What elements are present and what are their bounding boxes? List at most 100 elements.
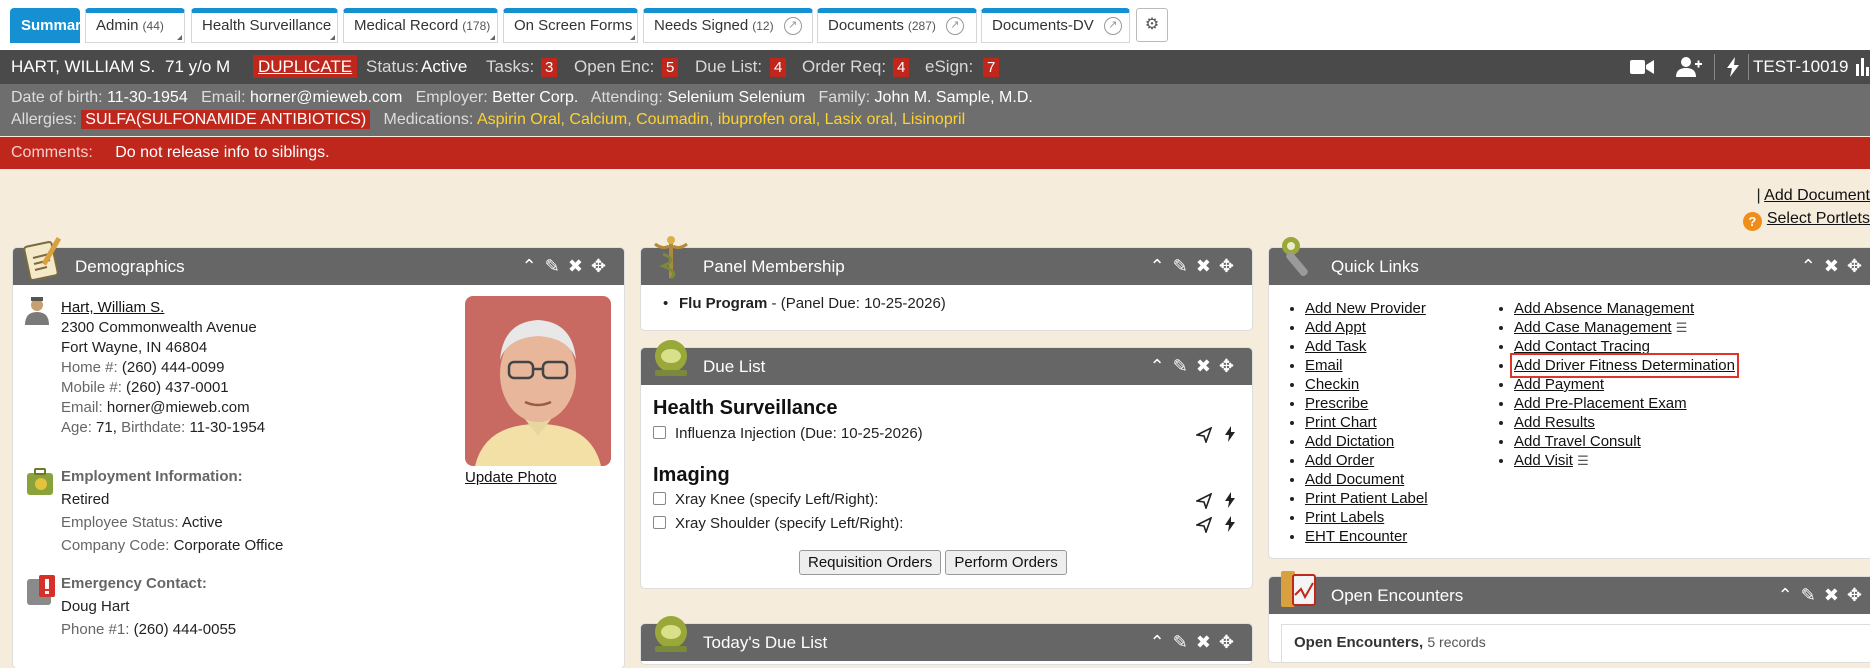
- quick-link-print-patient-label[interactable]: Print Patient Label: [1305, 490, 1428, 507]
- tab-summary[interactable]: Summary: [10, 8, 89, 43]
- tab-admin[interactable]: Admin (44): [85, 8, 185, 43]
- collapse-icon[interactable]: ⌃: [522, 256, 545, 276]
- due-item-checkbox[interactable]: [653, 492, 666, 505]
- open-enc-count[interactable]: 5: [662, 58, 679, 77]
- order-req-count[interactable]: 4: [893, 58, 910, 77]
- close-icon[interactable]: ✖: [1196, 356, 1219, 376]
- collapse-icon[interactable]: ⌃: [1150, 632, 1173, 652]
- quick-link-eht-encounter[interactable]: EHT Encounter: [1305, 528, 1407, 545]
- due-list-count[interactable]: 4: [770, 58, 787, 77]
- due-item-checkbox[interactable]: [653, 426, 666, 439]
- duplicate-badge[interactable]: DUPLICATE: [253, 55, 358, 78]
- list-menu-icon[interactable]: ☰: [1676, 320, 1688, 335]
- quick-link-add-pre-placement-exam[interactable]: Add Pre-Placement Exam: [1514, 395, 1687, 412]
- move-icon[interactable]: ✥: [1847, 256, 1870, 276]
- move-icon[interactable]: ✥: [591, 256, 614, 276]
- lightning-bolt-icon[interactable]: [1225, 426, 1235, 442]
- due-list-header[interactable]: Due List ⌃✎✖✥: [641, 340, 1252, 385]
- quick-link-print-chart[interactable]: Print Chart: [1305, 414, 1377, 431]
- quick-link-add-visit[interactable]: Add Visit: [1514, 452, 1573, 469]
- quick-link-add-driver-fitness-determination[interactable]: Add Driver Fitness Determination: [1510, 353, 1739, 378]
- quick-link-add-absence-management[interactable]: Add Absence Management: [1514, 300, 1694, 317]
- move-icon[interactable]: ✥: [1219, 632, 1242, 652]
- todays-due-list-header[interactable]: Today's Due List ⌃✎✖✥: [641, 616, 1252, 661]
- panel-membership-header[interactable]: Panel Membership ⌃✎✖✥: [641, 236, 1252, 285]
- due-list-label: Due List:: [695, 57, 763, 76]
- collapse-icon[interactable]: ⌃: [1150, 356, 1173, 376]
- add-document-link[interactable]: Add Document: [1764, 187, 1870, 204]
- quick-link-add-appt[interactable]: Add Appt: [1305, 319, 1366, 336]
- close-icon[interactable]: ✖: [1824, 256, 1847, 276]
- quick-link-prescribe[interactable]: Prescribe: [1305, 395, 1368, 412]
- edit-pencil-icon[interactable]: ✎: [1173, 256, 1196, 276]
- tab-health-surveillance[interactable]: Health Surveillance: [191, 8, 338, 43]
- lightning-bolt-icon[interactable]: [1225, 516, 1235, 532]
- esign-label: eSign:: [925, 57, 974, 76]
- edit-pencil-icon[interactable]: ✎: [545, 256, 568, 276]
- help-icon[interactable]: ?: [1742, 212, 1762, 231]
- move-icon[interactable]: ✥: [1219, 256, 1242, 276]
- update-photo-link[interactable]: Update Photo: [465, 469, 557, 486]
- comments-text: Do not release info to siblings.: [115, 144, 330, 161]
- close-icon[interactable]: ✖: [568, 256, 591, 276]
- tasks-count[interactable]: 3: [541, 58, 558, 77]
- edit-pencil-icon[interactable]: ✎: [1173, 356, 1196, 376]
- quick-links-header[interactable]: Quick Links ⌃✖✥: [1269, 237, 1870, 285]
- open-external-icon[interactable]: ↗: [1103, 17, 1122, 36]
- quick-link-checkin[interactable]: Checkin: [1305, 376, 1359, 393]
- requisition-orders-button[interactable]: Requisition Orders: [799, 550, 942, 575]
- close-icon[interactable]: ✖: [1196, 632, 1219, 652]
- due-item-checkbox[interactable]: [653, 516, 666, 529]
- collapse-icon[interactable]: ⌃: [1150, 256, 1173, 276]
- patient-name-link[interactable]: Hart, William S.: [61, 299, 164, 316]
- tab-settings-gear-icon[interactable]: ⚙: [1136, 8, 1168, 42]
- tab-needs-signed[interactable]: Needs Signed (12) ↗: [643, 8, 813, 43]
- quick-link-print-labels[interactable]: Print Labels: [1305, 509, 1384, 526]
- list-menu-icon[interactable]: ☰: [1577, 453, 1589, 468]
- resize-corner-icon: [177, 35, 182, 40]
- quick-link-email[interactable]: Email: [1305, 357, 1343, 374]
- close-icon[interactable]: ✖: [1824, 585, 1847, 605]
- panel-membership-portlet: Panel Membership ⌃✎✖✥ • Flu Program - (Pa…: [641, 236, 1252, 330]
- panel-membership-title: Panel Membership: [703, 257, 845, 276]
- bar-chart-icon[interactable]: [1856, 58, 1870, 76]
- age-label: Age:: [61, 419, 92, 436]
- open-external-icon[interactable]: ↗: [945, 17, 964, 36]
- quick-link-add-order[interactable]: Add Order: [1305, 452, 1374, 469]
- tab-on-screen-forms[interactable]: On Screen Forms: [503, 8, 638, 43]
- tab-documents-dv[interactable]: Documents-DV ↗: [981, 8, 1130, 43]
- collapse-icon[interactable]: ⌃: [1778, 585, 1801, 605]
- lightning-bolt-icon[interactable]: [1225, 492, 1235, 508]
- select-portlets-link[interactable]: Select Portlets: [1767, 210, 1870, 227]
- quick-link-add-dictation[interactable]: Add Dictation: [1305, 433, 1394, 450]
- send-paper-plane-icon[interactable]: [1196, 427, 1212, 443]
- lightning-bolt-icon[interactable]: [1726, 57, 1740, 77]
- add-user-icon[interactable]: [1676, 57, 1702, 77]
- quick-link-add-document[interactable]: Add Document: [1305, 471, 1404, 488]
- open-encounters-header[interactable]: Open Encounters ⌃✎✖✥: [1269, 571, 1870, 614]
- esign-count[interactable]: 7: [983, 58, 1000, 77]
- close-icon[interactable]: ✖: [1196, 256, 1219, 276]
- move-icon[interactable]: ✥: [1219, 356, 1242, 376]
- tab-medical-record[interactable]: Medical Record (178): [343, 8, 498, 43]
- move-icon[interactable]: ✥: [1847, 585, 1870, 605]
- open-external-icon[interactable]: ↗: [783, 17, 802, 36]
- edit-pencil-icon[interactable]: ✎: [1173, 632, 1196, 652]
- employer-label: Employer:: [415, 89, 488, 106]
- quick-link-add-new-provider[interactable]: Add New Provider: [1305, 300, 1426, 317]
- quick-link-add-travel-consult[interactable]: Add Travel Consult: [1514, 433, 1641, 450]
- demographics-header[interactable]: Demographics ⌃✎✖✥: [13, 237, 624, 285]
- collapse-icon[interactable]: ⌃: [1801, 256, 1824, 276]
- send-paper-plane-icon[interactable]: [1196, 493, 1212, 509]
- perform-orders-button[interactable]: Perform Orders: [945, 550, 1067, 575]
- quick-link-add-contact-tracing[interactable]: Add Contact Tracing: [1514, 338, 1650, 355]
- send-paper-plane-icon[interactable]: [1196, 517, 1212, 533]
- quick-link-add-case-management[interactable]: Add Case Management: [1514, 319, 1672, 336]
- edit-pencil-icon[interactable]: ✎: [1801, 585, 1824, 605]
- video-camera-icon[interactable]: [1630, 58, 1654, 76]
- quick-link-add-results[interactable]: Add Results: [1514, 414, 1595, 431]
- tab-documents[interactable]: Documents (287) ↗: [817, 8, 977, 43]
- quick-link-add-payment[interactable]: Add Payment: [1514, 376, 1604, 393]
- open-enc-label: Open Enc:: [574, 57, 655, 76]
- quick-link-add-task[interactable]: Add Task: [1305, 338, 1366, 355]
